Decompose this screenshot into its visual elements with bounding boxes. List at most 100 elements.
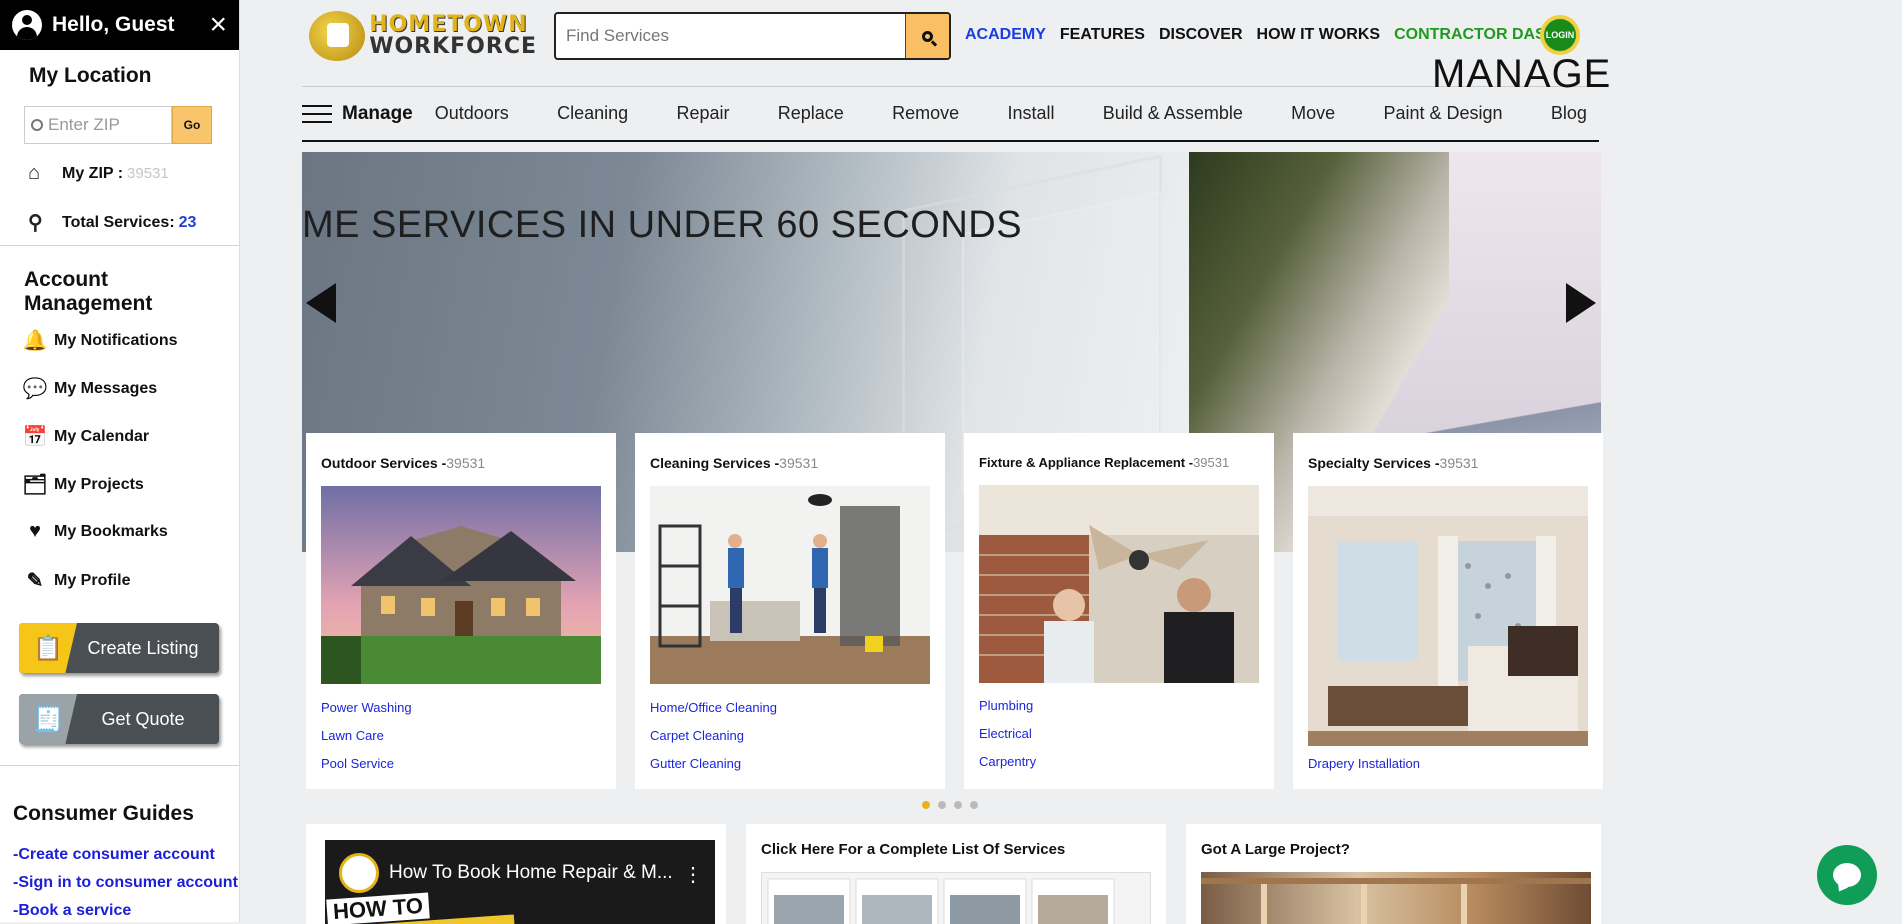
- user-avatar-icon: [12, 10, 42, 40]
- category-build-assemble[interactable]: Build & Assemble: [1103, 103, 1243, 124]
- manage-label: Manage: [342, 102, 413, 124]
- complete-list-card[interactable]: Click Here For a Complete List Of Servic…: [746, 824, 1166, 924]
- account-management-title: Account Management: [24, 268, 153, 315]
- zip-placeholder: Enter ZIP: [48, 115, 120, 134]
- calendar-icon: 📅: [22, 426, 48, 448]
- link-pool-service[interactable]: Pool Service: [321, 756, 394, 771]
- link-plumbing[interactable]: Plumbing: [979, 698, 1033, 713]
- login-button[interactable]: LOGIN: [1540, 15, 1580, 55]
- video-card: How To Book Home Repair & M... ⋮ HOW TO: [306, 824, 726, 924]
- logo-emblem-icon: [309, 11, 366, 61]
- chat-button[interactable]: [1817, 845, 1877, 905]
- hometown-workforce-logo[interactable]: HOMETOWN WORKFORCE: [309, 10, 537, 62]
- my-projects-link[interactable]: 🗂 My Projects: [20, 472, 144, 497]
- category-replace[interactable]: Replace: [778, 103, 844, 124]
- carousel-next-arrow-icon[interactable]: [1566, 283, 1596, 323]
- my-profile-label: My Profile: [54, 571, 131, 589]
- link-electrical[interactable]: Electrical: [979, 726, 1032, 741]
- hero-slide-text-2: MANAGE: [1432, 52, 1612, 96]
- link-power-washing[interactable]: Power Washing: [321, 700, 412, 715]
- clipboard-icon: 📋: [19, 623, 77, 673]
- complete-list-title[interactable]: Click Here For a Complete List Of Servic…: [761, 841, 1065, 858]
- manage-menu-button[interactable]: Manage: [302, 103, 413, 125]
- total-services-label: Total Services:: [62, 213, 175, 231]
- link-lawn-care[interactable]: Lawn Care: [321, 728, 384, 743]
- carousel-dot[interactable]: [938, 801, 946, 809]
- service-card-outdoor: Outdoor Services -39531 Power Washing La…: [306, 433, 616, 789]
- outdoor-house-image[interactable]: [321, 486, 601, 684]
- search-icon: [31, 119, 43, 131]
- search-button[interactable]: [905, 14, 949, 58]
- nav-discover[interactable]: DISCOVER: [1159, 26, 1243, 44]
- get-quote-button[interactable]: 🧾 Get Quote: [19, 694, 219, 744]
- link-carpentry[interactable]: Carpentry: [979, 754, 1036, 769]
- category-blog[interactable]: Blog: [1551, 103, 1587, 124]
- carousel-prev-arrow-icon[interactable]: [306, 283, 336, 323]
- card-title[interactable]: Outdoor Services -39531: [321, 455, 485, 471]
- category-move[interactable]: Move: [1291, 103, 1335, 124]
- card-title[interactable]: Specialty Services -39531: [1308, 455, 1478, 471]
- nav-features[interactable]: FEATURES: [1060, 26, 1145, 44]
- search-icon: [922, 30, 933, 42]
- divider: [0, 765, 239, 766]
- link-gutter-cleaning[interactable]: Gutter Cleaning: [650, 756, 741, 771]
- link-carpet-cleaning[interactable]: Carpet Cleaning: [650, 728, 744, 743]
- logo-line2: WORKFORCE: [369, 34, 537, 59]
- nav-academy[interactable]: ACADEMY: [965, 26, 1046, 44]
- search-input[interactable]: Find Services: [556, 14, 905, 58]
- cleaning-team-image[interactable]: [650, 486, 930, 684]
- close-icon[interactable]: ×: [209, 10, 227, 40]
- my-projects-label: My Projects: [54, 475, 144, 493]
- my-zip-label: My ZIP :: [62, 164, 124, 182]
- my-messages-link[interactable]: 💬 My Messages: [20, 376, 158, 401]
- category-remove[interactable]: Remove: [892, 103, 959, 124]
- category-install[interactable]: Install: [1007, 103, 1054, 124]
- zip-go-button[interactable]: Go: [172, 106, 212, 144]
- projects-icon: 🗂: [22, 474, 48, 496]
- guide-create-account-link[interactable]: -Create consumer account: [13, 846, 215, 864]
- services-thumbnails-image[interactable]: [761, 872, 1151, 924]
- card-title[interactable]: Fixture & Appliance Replacement -39531: [979, 455, 1229, 470]
- divider: [0, 245, 239, 246]
- nav-how-it-works[interactable]: HOW IT WORKS: [1257, 26, 1381, 44]
- my-zip-value: 39531: [127, 165, 169, 182]
- carousel-dot[interactable]: [922, 801, 930, 809]
- consumer-guides-title: Consumer Guides: [13, 802, 194, 825]
- link-drapery-installation[interactable]: Drapery Installation: [1308, 756, 1420, 771]
- kebab-menu-icon[interactable]: ⋮: [683, 862, 703, 887]
- chat-bubbles-icon: 💬: [22, 378, 48, 400]
- zip-input[interactable]: Enter ZIP: [24, 106, 172, 144]
- ceiling-fan-install-image[interactable]: [979, 485, 1259, 683]
- link-home-office-cleaning[interactable]: Home/Office Cleaning: [650, 700, 777, 715]
- service-card-cleaning: Cleaning Services -39531 Home/Office Cle…: [635, 433, 945, 789]
- large-project-image[interactable]: [1201, 872, 1591, 924]
- category-paint-design[interactable]: Paint & Design: [1383, 103, 1502, 124]
- my-notifications-link[interactable]: 🔔 My Notifications: [20, 328, 178, 353]
- top-nav: ACADEMY FEATURES DISCOVER HOW IT WORKS C…: [965, 26, 1557, 44]
- channel-logo-icon: [339, 853, 379, 893]
- chat-bubble-icon: [1833, 863, 1861, 887]
- total-services-row: ⚲ Total Services: 23: [28, 210, 196, 235]
- profile-edit-icon: ✎: [26, 570, 44, 592]
- large-project-card[interactable]: Got A Large Project?: [1186, 824, 1601, 924]
- get-quote-label: Get Quote: [101, 708, 185, 729]
- total-services-value: 23: [178, 213, 197, 231]
- my-profile-link[interactable]: ✎ My Profile: [20, 568, 131, 593]
- category-outdoors[interactable]: Outdoors: [435, 103, 509, 124]
- guide-sign-in-link[interactable]: -Sign in to consumer account: [13, 874, 238, 892]
- video-title: How To Book Home Repair & M...: [389, 862, 673, 883]
- nav-contractor-dash[interactable]: CONTRACTOR DASH: [1394, 26, 1557, 44]
- card-title[interactable]: Cleaning Services -39531: [650, 455, 818, 471]
- living-room-drapery-image[interactable]: [1308, 486, 1588, 746]
- category-cleaning[interactable]: Cleaning: [557, 103, 628, 124]
- create-listing-button[interactable]: 📋 Create Listing: [19, 623, 219, 673]
- how-to-book-video[interactable]: How To Book Home Repair & M... ⋮ HOW TO: [325, 840, 715, 924]
- my-calendar-label: My Calendar: [54, 427, 150, 445]
- category-repair[interactable]: Repair: [676, 103, 729, 124]
- carousel-dot[interactable]: [970, 801, 978, 809]
- my-location-title: My Location: [29, 64, 152, 87]
- guide-book-service-link[interactable]: -Book a service: [13, 902, 131, 920]
- my-calendar-link[interactable]: 📅 My Calendar: [20, 424, 150, 449]
- carousel-dot[interactable]: [954, 801, 962, 809]
- my-bookmarks-link[interactable]: ♥ My Bookmarks: [20, 520, 168, 543]
